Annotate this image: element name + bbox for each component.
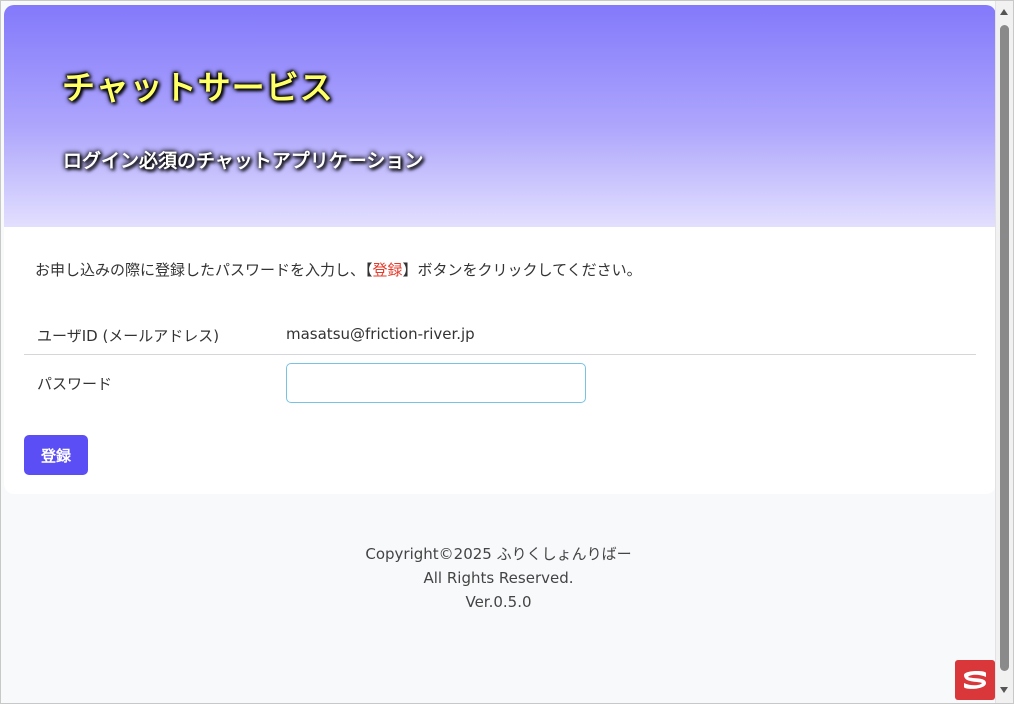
instruction-highlight: 登録 (372, 261, 403, 279)
scroll-up-arrow-icon[interactable] (1000, 9, 1008, 15)
page-footer: Copyright©2025 ふりくしょんりばー All Rights Rese… (2, 542, 995, 614)
register-button[interactable]: 登録 (24, 435, 88, 475)
scroll-down-arrow-icon[interactable] (1000, 687, 1008, 693)
password-row: パスワード (24, 355, 976, 415)
page-subtitle: ログイン必須のチャットアプリケーション (63, 150, 424, 172)
password-input[interactable] (286, 363, 586, 403)
password-label: パスワード (37, 375, 113, 393)
instruction-after: 】ボタンをクリックしてください。 (402, 261, 642, 279)
userid-row: ユーザID (メールアドレス) masatsu@friction-river.j… (24, 315, 976, 355)
login-card: お申し込みの際に登録したパスワードを入力し、【登録】ボタンをクリックしてください… (4, 227, 995, 494)
browser-window: チャットサービス ログイン必須のチャットアプリケーション お申し込みの際に登録し… (0, 0, 1014, 704)
footer-rights: All Rights Reserved. (423, 569, 574, 587)
page-content: チャットサービス ログイン必須のチャットアプリケーション お申し込みの際に登録し… (2, 2, 995, 703)
instruction-text: お申し込みの際に登録したパスワードを入力し、【登録】ボタンをクリックしてください… (35, 259, 642, 280)
footer-copyright: Copyright©2025 ふりくしょんりばー (365, 545, 632, 563)
userid-value: masatsu@friction-river.jp (286, 325, 475, 343)
page-header: チャットサービス ログイン必須のチャットアプリケーション (4, 5, 995, 227)
footer-version: Ver.0.5.0 (465, 593, 532, 611)
app-badge-icon[interactable] (955, 660, 995, 700)
scrollbar-thumb[interactable] (1000, 25, 1009, 671)
userid-label: ユーザID (メールアドレス) (37, 327, 220, 345)
instruction-before: お申し込みの際に登録したパスワードを入力し、【 (35, 261, 373, 279)
vertical-scrollbar[interactable] (995, 1, 1013, 703)
page-title: チャットサービス (62, 68, 334, 107)
